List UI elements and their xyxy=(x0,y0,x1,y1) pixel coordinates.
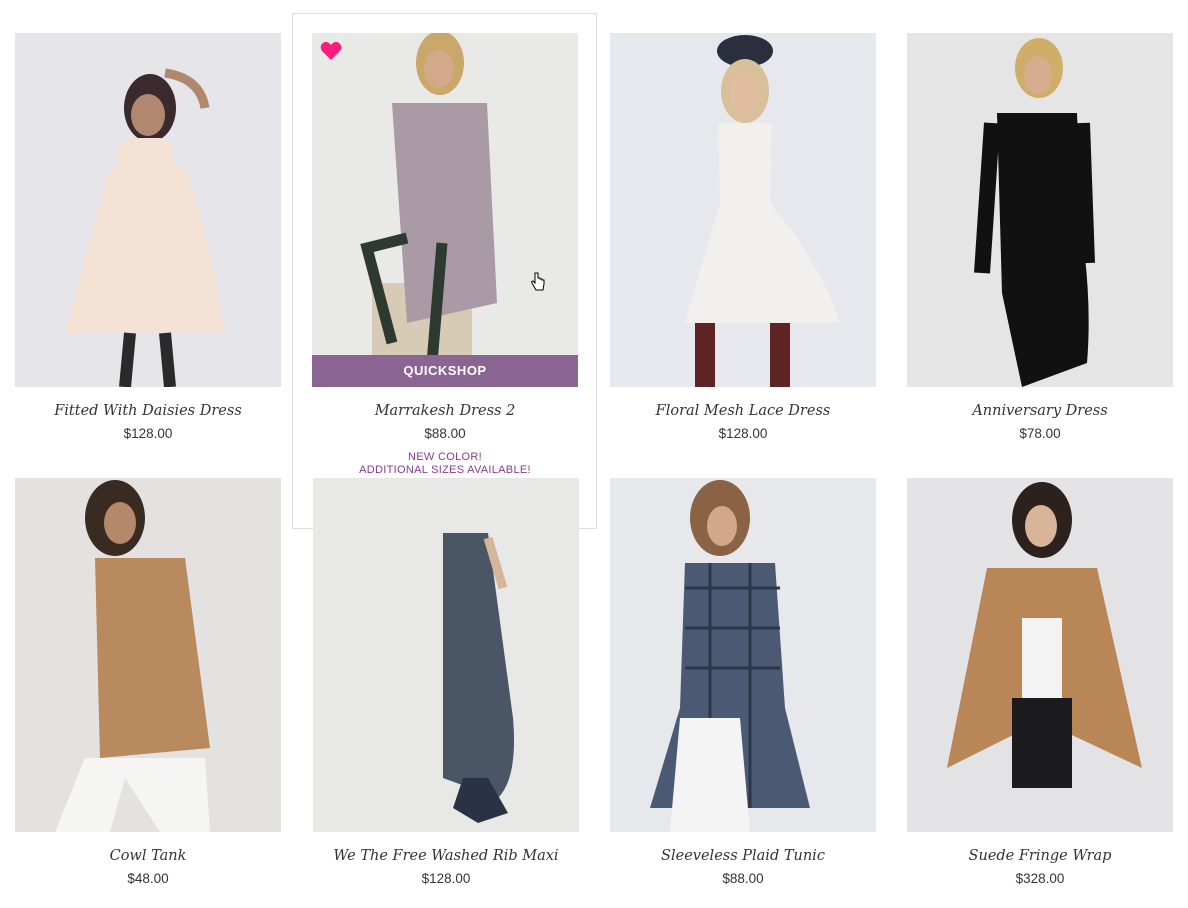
hand-cursor-icon xyxy=(530,272,546,297)
product-name[interactable]: Fitted With Daisies Dress xyxy=(15,403,281,419)
product-price: $78.00 xyxy=(1019,426,1061,441)
product-price: $128.00 xyxy=(123,426,173,441)
product-image[interactable] xyxy=(907,478,1173,832)
product-image[interactable] xyxy=(610,478,876,832)
product-price: $128.00 xyxy=(421,871,471,886)
product-name[interactable]: Marrakesh Dress 2 xyxy=(312,403,578,419)
product-name[interactable]: Sleeveless Plaid Tunic xyxy=(610,848,876,864)
product-name[interactable]: Suede Fringe Wrap xyxy=(907,848,1173,864)
product-name[interactable]: Anniversary Dress xyxy=(907,403,1173,419)
product-name[interactable]: Floral Mesh Lace Dress xyxy=(610,403,876,419)
product-price: $328.00 xyxy=(1015,871,1065,886)
promo-sizes: ADDITIONAL SIZES AVAILABLE! xyxy=(359,464,531,476)
product-price: $88.00 xyxy=(722,871,764,886)
product-image[interactable]: QUICKSHOP xyxy=(312,33,578,387)
product-image[interactable] xyxy=(15,478,281,832)
product-image[interactable] xyxy=(907,33,1173,387)
product-image[interactable] xyxy=(313,478,579,832)
product-price: $128.00 xyxy=(718,426,768,441)
quickshop-button[interactable]: QUICKSHOP xyxy=(312,355,578,387)
product-price: $88.00 xyxy=(424,426,466,441)
promo-new-color: NEW COLOR! xyxy=(408,451,482,463)
heart-icon[interactable] xyxy=(320,41,342,61)
product-name[interactable]: Cowl Tank xyxy=(15,848,281,864)
product-price: $48.00 xyxy=(127,871,169,886)
product-image[interactable] xyxy=(610,33,876,387)
product-image[interactable] xyxy=(15,33,281,387)
product-name[interactable]: We The Free Washed Rib Maxi xyxy=(313,848,579,864)
